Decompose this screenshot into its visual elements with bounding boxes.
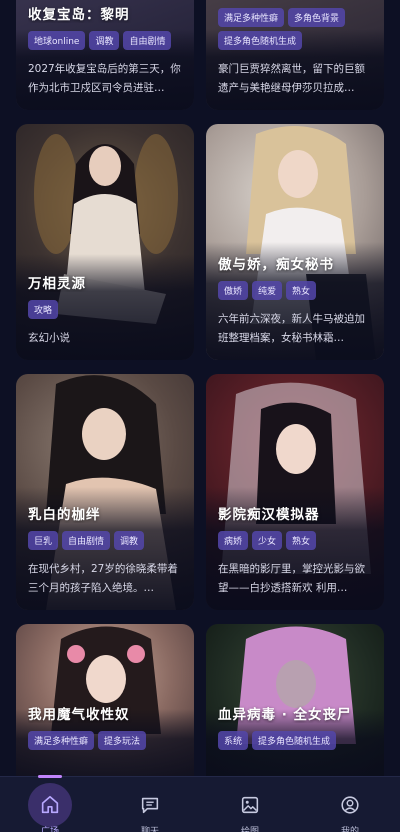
character-card[interactable]: 满足多种性癖 多角色背景 提多角色随机生成 豪门巨贾猝然离世，留下的巨额遗产与美… xyxy=(206,0,384,110)
card-tag: 提多玩法 xyxy=(98,731,147,750)
card-description: 2027年收复宝岛后的第三天，你作为北市卫戍区司令员进驻… xyxy=(28,63,181,94)
card-tag: 调教 xyxy=(114,531,145,550)
card-tag: 满足多种性癖 xyxy=(28,731,95,750)
chat-icon xyxy=(141,797,159,813)
card-tag: 攻略 xyxy=(28,300,59,319)
nav-tab-draw[interactable]: 绘图 xyxy=(220,777,280,832)
bottom-nav: 广场 聊天 绘图 我的 xyxy=(0,774,400,832)
card-tag: 调教 xyxy=(89,31,120,50)
card-tag: 自由剧情 xyxy=(123,31,172,50)
card-tag: 自由剧情 xyxy=(62,531,111,550)
card-tag: 多角色背景 xyxy=(288,8,346,27)
card-title: 傲与娇，痴女秘书 xyxy=(218,257,334,273)
card-description: 在现代乡村，27岁的徐晓柔带着三个月的孩子陷入绝境。… xyxy=(28,563,178,594)
card-tag: 傲娇 xyxy=(218,281,249,300)
card-tag: 纯爱 xyxy=(252,281,283,300)
card-tag: 少女 xyxy=(252,531,283,550)
nav-tab-home[interactable]: 广场 xyxy=(20,774,80,832)
card-tag: 病娇 xyxy=(218,531,249,550)
character-card[interactable]: 乳白的枷绊 巨乳 自由剧情 调教 在现代乡村，27岁的徐晓柔带着三个月的孩子陷入… xyxy=(16,374,194,610)
active-indicator xyxy=(38,774,62,778)
card-title: 收复宝岛：黎明 xyxy=(28,7,130,23)
character-card[interactable]: 影院痴汉模拟器 病娇 少女 熟女 在黑暗的影厅里，掌控光影与欲望——白抄透搭新欢… xyxy=(206,374,384,610)
nav-label: 绘图 xyxy=(240,826,259,832)
card-description: 玄幻小说 xyxy=(28,332,70,344)
card-title: 影院痴汉模拟器 xyxy=(218,507,320,523)
card-tag: 熟女 xyxy=(286,531,317,550)
character-card[interactable]: 傲与娇，痴女秘书 傲娇 纯爱 熟女 六年前六深夜，新人牛马被迫加班整理档案，女秘… xyxy=(206,124,384,360)
nav-label: 聊天 xyxy=(140,826,159,832)
nav-label: 广场 xyxy=(40,826,59,832)
nav-label: 我的 xyxy=(340,826,359,832)
card-tag: 满足多种性癖 xyxy=(218,8,285,27)
card-title: 血异病毒 · 全女丧尸 xyxy=(218,707,352,723)
card-title: 乳白的枷绊 xyxy=(28,507,101,523)
profile-icon xyxy=(341,795,359,814)
card-description: 在黑暗的影厅里，掌控光影与欲望——白抄透搭新欢 利用… xyxy=(218,563,365,594)
character-card[interactable]: 我用魔气收性奴 满足多种性癖 提多玩法 xyxy=(16,624,194,776)
card-tag: 系统 xyxy=(218,731,249,750)
card-description: 六年前六深夜，新人牛马被迫加班整理档案，女秘书林霜… xyxy=(218,313,365,344)
card-title: 我用魔气收性奴 xyxy=(28,707,130,723)
card-description: 豪门巨贾猝然离世，留下的巨额遗产与美艳继母伊莎贝拉成… xyxy=(218,63,365,94)
card-tag: 提多角色随机生成 xyxy=(218,31,303,50)
nav-tab-chat[interactable]: 聊天 xyxy=(120,777,180,832)
character-card[interactable]: 血异病毒 · 全女丧尸 系统 提多角色随机生成 xyxy=(206,624,384,776)
card-tag: 巨乳 xyxy=(28,531,59,550)
image-icon xyxy=(241,796,259,813)
home-icon xyxy=(41,795,59,813)
card-tag: 地球online xyxy=(28,31,86,50)
character-card[interactable]: 万相灵源 攻略 玄幻小说 xyxy=(16,124,194,360)
card-title: 万相灵源 xyxy=(28,276,86,292)
character-card[interactable]: 收复宝岛：黎明 地球online 调教 自由剧情 2027年收复宝岛后的第三天，… xyxy=(16,0,194,110)
nav-tab-profile[interactable]: 我的 xyxy=(320,777,380,832)
card-tag: 提多角色随机生成 xyxy=(252,731,337,750)
character-feed: 收复宝岛：黎明 地球online 调教 自由剧情 2027年收复宝岛后的第三天，… xyxy=(0,0,400,776)
card-tag: 熟女 xyxy=(286,281,317,300)
